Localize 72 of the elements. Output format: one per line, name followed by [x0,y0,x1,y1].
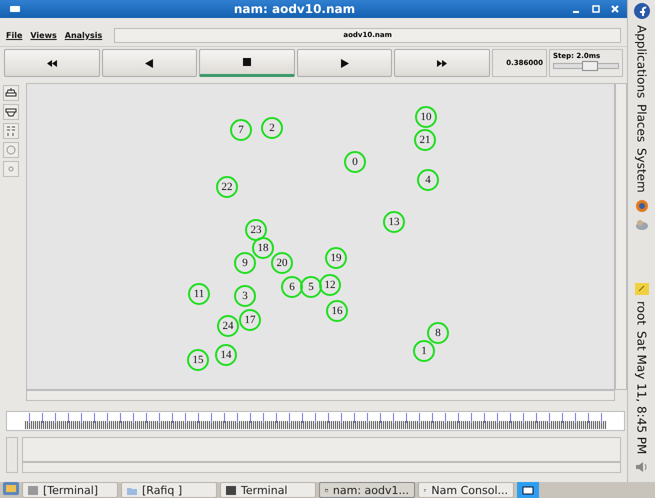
playback-button[interactable] [199,49,295,77]
user-name: root [634,300,648,325]
horizontal-scrollbar[interactable] [22,462,621,473]
browser-icon [634,199,648,214]
edit-icon [5,125,17,137]
menu-item[interactable]: Views [30,30,57,40]
vertical-scrollbar[interactable] [615,83,627,390]
zoom-in-icon [5,87,17,99]
network-node: 19 [325,247,347,269]
network-node: 21 [414,129,436,151]
panel-menu[interactable]: Applications [634,25,648,98]
folder-icon [127,486,137,494]
vertical-scrollbar[interactable] [6,437,18,473]
close-icon [611,5,619,13]
applet-icon [634,219,648,232]
network-node: 6 [281,276,303,298]
taskbar-button[interactable]: Nam Consol... [418,482,514,498]
network-node: 5 [300,276,322,298]
network-node: 3 [234,285,256,307]
network-node: 13 [383,211,405,233]
network-node: 7 [230,119,252,141]
window-menu-icon [10,6,20,12]
network-node: 20 [271,252,293,274]
taskbar-button[interactable]: Terminal [220,482,316,498]
fast-forward-icon [436,58,448,68]
network-node: 0 [344,151,366,173]
network-node: 11 [188,283,210,305]
network-node: 23 [245,219,267,241]
network-node: 24 [217,315,239,337]
panel-menu[interactable]: System [634,148,648,194]
play-icon [340,58,350,68]
network-node: 22 [216,176,238,198]
network-node: 10 [415,106,437,128]
clock[interactable]: Sat May 11, 8:45 PM [634,330,648,454]
network-node: 12 [319,274,341,296]
show-desktop-icon [3,482,19,495]
window-title: nam: aodv10.nam [232,2,356,16]
network-node: 2 [261,117,283,139]
network-node: 17 [239,309,261,331]
network-node: 14 [215,344,237,366]
network-node: 16 [326,300,348,322]
logo-icon [634,3,650,19]
back-icon [144,58,154,68]
maximize-icon [592,5,600,13]
network-node: 1 [413,340,435,362]
horizontal-scrollbar[interactable] [26,390,615,401]
terminal-icon [226,486,236,494]
terminal-icon [28,486,38,494]
zoom-out-icon [5,106,17,118]
menu-item[interactable]: File [6,30,22,40]
note-icon [634,282,648,295]
network-node: 9 [234,252,256,274]
taskbar-button[interactable]: nam: aodv1... [319,482,415,498]
network-node: 4 [417,169,439,191]
network-node: 8 [427,322,449,344]
circle-icon [5,144,17,156]
step-slider[interactable] [552,63,619,69]
taskbar-button[interactable]: [Rafiq ] [121,482,217,498]
workspace-switcher[interactable] [517,482,539,498]
workspace-icon [522,486,534,494]
stop-icon [242,58,251,66]
network-node: 15 [187,349,209,371]
menu-item[interactable]: Analysis [64,30,102,40]
network-node: 18 [252,237,274,259]
panel-menu[interactable]: Places [634,104,648,142]
tool-button[interactable] [3,123,19,139]
tool-button[interactable] [3,104,19,120]
rewind-icon [46,58,58,68]
taskbar-button[interactable]: [Terminal] [22,482,118,498]
slider-thumb[interactable] [582,61,598,71]
tool-button[interactable] [3,85,19,101]
volume-icon [634,460,648,474]
